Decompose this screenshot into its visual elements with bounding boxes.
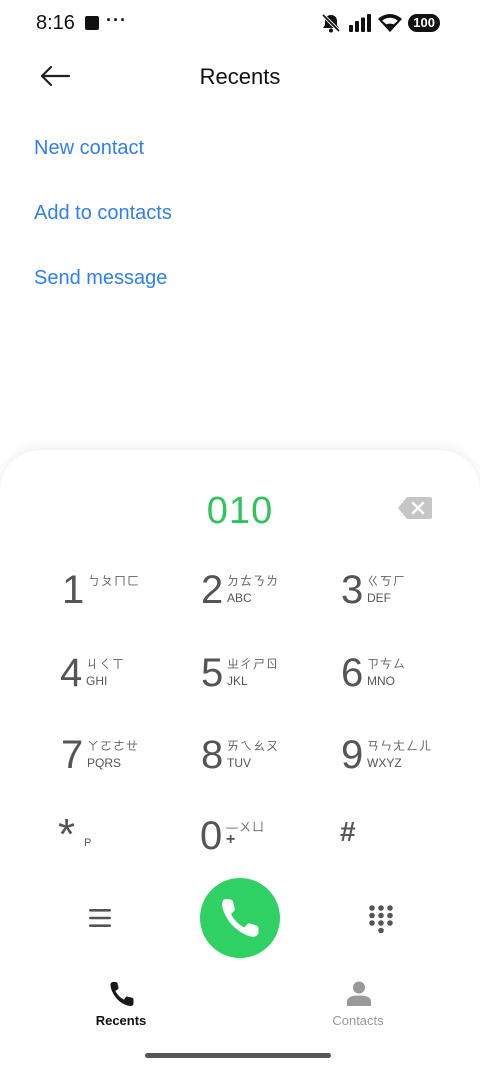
tab-recents-label: Recents bbox=[95, 1013, 147, 1028]
mute-icon bbox=[322, 13, 341, 33]
key-5[interactable]: 5 ㄓㄔㄕㄖ JKL bbox=[201, 649, 341, 709]
key-zhuyin: ㄅㄆㄇㄈ bbox=[88, 574, 141, 588]
phone-icon bbox=[222, 899, 259, 937]
status-time: 8:16 bbox=[36, 12, 75, 34]
key-hash[interactable]: # bbox=[340, 815, 480, 875]
key-digit: 7 bbox=[61, 733, 84, 777]
tab-recents[interactable]: Recents bbox=[51, 980, 191, 1030]
status-bar: 8:16 ··· 100 bbox=[0, 0, 480, 48]
notification-icon bbox=[85, 16, 99, 30]
tab-contacts-label: Contacts bbox=[332, 1013, 384, 1028]
backspace-icon[interactable] bbox=[398, 497, 432, 519]
signal-icon bbox=[349, 14, 372, 32]
key-0[interactable]: 0 —ㄨㄩ + bbox=[200, 812, 340, 872]
key-7[interactable]: 7 ㄚㄛㄜㄝ PQRS bbox=[61, 731, 201, 791]
key-digit: 8 bbox=[201, 733, 224, 777]
person-icon bbox=[347, 981, 371, 1006]
key-zhuyin: ㄓㄔㄕㄖ bbox=[227, 657, 280, 671]
tab-contacts[interactable]: Contacts bbox=[288, 980, 428, 1030]
key-3[interactable]: 3 ㄍㄎㄏ DEF bbox=[341, 566, 480, 626]
key-9[interactable]: 9 ㄢㄣㄤㄥㄦ WXYZ bbox=[341, 731, 480, 791]
key-letters: TUV bbox=[227, 756, 251, 770]
key-digit: # bbox=[340, 816, 356, 847]
key-1[interactable]: 1 ㄅㄆㄇㄈ bbox=[62, 566, 202, 626]
key-letters: + bbox=[226, 831, 236, 848]
key-letters: JKL bbox=[227, 674, 248, 688]
key-digit: * bbox=[58, 810, 76, 859]
key-zhuyin: ㄉㄊㄋㄌ bbox=[227, 574, 280, 588]
key-digit: 3 bbox=[341, 568, 364, 612]
battery-icon: 100 bbox=[408, 14, 440, 32]
home-indicator[interactable] bbox=[145, 1053, 331, 1058]
send-message-link[interactable]: Send message bbox=[34, 267, 167, 290]
key-zhuyin: ㄗㄘㄙ bbox=[367, 657, 407, 671]
key-zhuyin: ㄍㄎㄏ bbox=[367, 574, 407, 588]
key-digit: 2 bbox=[201, 568, 224, 612]
key-letters: MNO bbox=[367, 674, 395, 688]
new-contact-link[interactable]: New contact bbox=[34, 137, 144, 160]
key-6[interactable]: 6 ㄗㄘㄙ MNO bbox=[341, 649, 480, 709]
add-to-contacts-link[interactable]: Add to contacts bbox=[34, 202, 172, 225]
key-zhuyin: ㄞㄟㄠㄡ bbox=[227, 739, 280, 753]
key-letters: ABC bbox=[227, 591, 252, 605]
key-digit: 6 bbox=[341, 651, 364, 695]
wifi-icon bbox=[378, 14, 403, 32]
key-letters: P bbox=[84, 837, 92, 849]
key-digit: 9 bbox=[341, 733, 364, 777]
key-letters: PQRS bbox=[87, 756, 122, 770]
more-notifications-indicator: ··· bbox=[106, 10, 127, 30]
key-star[interactable]: * P bbox=[58, 810, 198, 875]
key-digit: 0 bbox=[200, 814, 223, 858]
key-4[interactable]: 4 ㄐㄑㄒ GHI bbox=[60, 649, 200, 709]
key-letters: DEF bbox=[367, 591, 391, 605]
phone-icon bbox=[110, 982, 134, 1006]
key-zhuyin: ㄢㄣㄤㄥㄦ bbox=[367, 739, 433, 753]
call-button[interactable] bbox=[200, 878, 280, 958]
key-letters: WXYZ bbox=[367, 756, 402, 770]
key-letters: GHI bbox=[86, 674, 108, 688]
key-8[interactable]: 8 ㄞㄟㄠㄡ TUV bbox=[201, 731, 341, 791]
key-zhuyin: ㄚㄛㄜㄝ bbox=[87, 739, 140, 753]
menu-icon[interactable] bbox=[88, 906, 112, 930]
key-digit: 4 bbox=[60, 651, 83, 695]
key-zhuyin: ㄐㄑㄒ bbox=[86, 657, 126, 671]
key-digit: 1 bbox=[62, 568, 85, 612]
key-digit: 5 bbox=[201, 651, 224, 695]
dialpad-icon[interactable] bbox=[368, 904, 394, 934]
key-2[interactable]: 2 ㄉㄊㄋㄌ ABC bbox=[201, 566, 341, 626]
page-title: Recents bbox=[199, 64, 281, 89]
